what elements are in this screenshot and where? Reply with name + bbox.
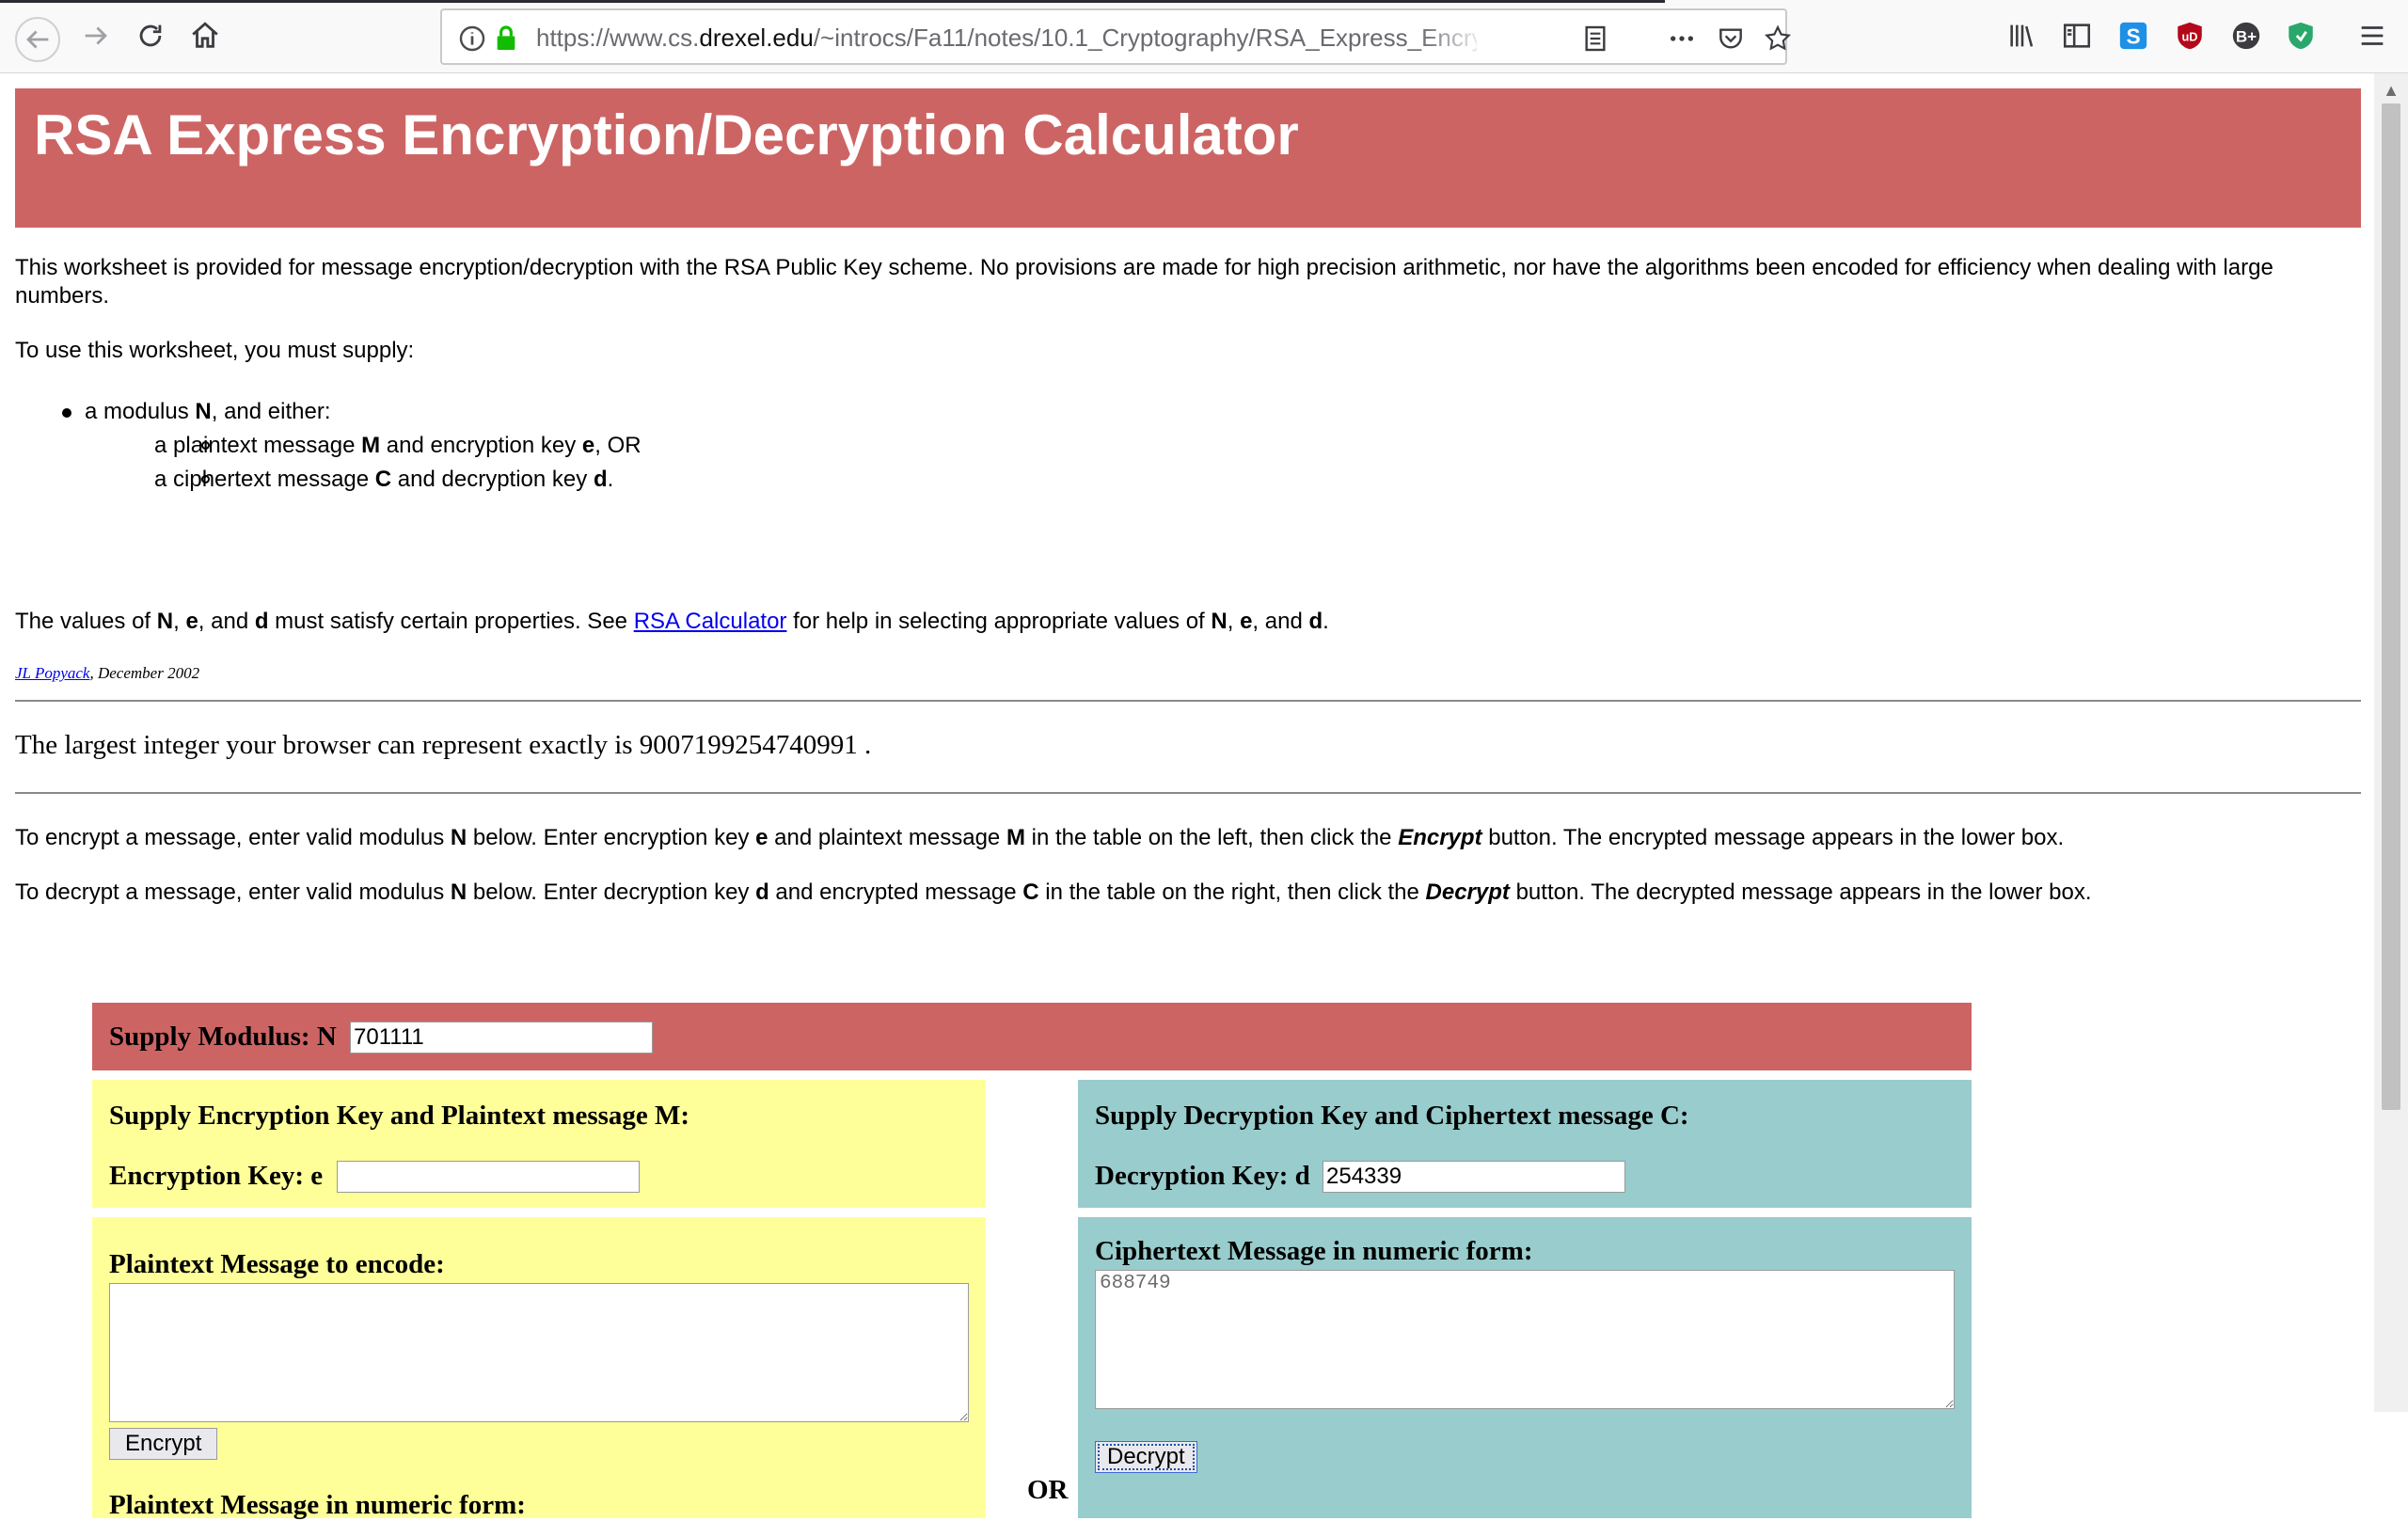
encryption-key-input[interactable] — [337, 1161, 640, 1193]
hamburger-menu-icon[interactable] — [2352, 15, 2393, 56]
bullet-sub2-text: a ciphertext message C and decryption ke… — [154, 467, 614, 492]
decryption-heading: Supply Decryption Key and Ciphertext mes… — [1095, 1101, 1689, 1131]
decryption-key-label: Decryption Key: d — [1095, 1161, 1310, 1191]
list-item: a modulus N, and either: a plaintext mes… — [15, 395, 642, 497]
encryption-heading: Supply Encryption Key and Plaintext mess… — [109, 1101, 690, 1131]
list-item: a ciphertext message C and decryption ke… — [85, 463, 642, 497]
modulus-row: Supply Modulus: N — [92, 1003, 1972, 1070]
reader-view-icon[interactable] — [1576, 20, 1614, 57]
encrypt-instructions: To encrypt a message, enter valid modulu… — [15, 825, 2065, 850]
skype-extension-icon[interactable]: S — [2113, 15, 2154, 56]
modulus-input[interactable] — [350, 1022, 653, 1054]
home-icon[interactable] — [184, 15, 226, 56]
supply-intro: To use this worksheet, you must supply: — [15, 338, 415, 363]
author-date: , December 2002 — [89, 664, 200, 682]
encryption-key-panel: Supply Encryption Key and Plaintext mess… — [92, 1080, 986, 1208]
bplus-extension-icon[interactable]: B+ — [2226, 15, 2267, 56]
props-text-pre: The values of N, e, and d must satisfy c… — [15, 609, 634, 634]
bullet-sub1-text: a plaintext message M and encryption key… — [154, 433, 642, 458]
plaintext-numeric-label: Plaintext Message in numeric form: — [109, 1490, 526, 1520]
plaintext-textarea[interactable] — [109, 1283, 969, 1422]
ciphertext-panel: Ciphertext Message in numeric form: 6887… — [1078, 1217, 1972, 1518]
author-credit: JL Popyack, December 2002 — [15, 664, 199, 683]
encrypt-button[interactable]: Encrypt — [109, 1428, 218, 1460]
divider — [15, 700, 2361, 702]
rsa-calculator-link[interactable]: RSA Calculator — [634, 609, 787, 634]
encryption-key-label: Encryption Key: e — [109, 1161, 324, 1191]
divider — [15, 792, 2361, 794]
url-text[interactable]: https://www.cs.drexel.edu/~introcs/Fa11/… — [536, 24, 1477, 52]
ublock-shield-icon[interactable]: uD — [2169, 15, 2210, 56]
svg-text:B+: B+ — [2236, 27, 2257, 45]
intro-paragraph: This worksheet is provided for message e… — [15, 255, 2273, 309]
properties-paragraph: The values of N, e, and d must satisfy c… — [15, 608, 1329, 636]
plaintext-label: Plaintext Message to encode: — [109, 1249, 445, 1279]
more-actions-icon[interactable] — [1663, 20, 1701, 57]
vertical-scrollbar[interactable]: ▲ — [2374, 73, 2408, 1412]
requirements-list: a modulus N, and either: a plaintext mes… — [15, 395, 642, 497]
address-bar[interactable]: https://www.cs.drexel.edu/~introcs/Fa11/… — [440, 8, 1792, 65]
props-text-post: for help in selecting appropriate values… — [786, 609, 1329, 634]
plaintext-panel: Plaintext Message to encode: Encrypt Pla… — [92, 1217, 986, 1520]
sidebar-icon[interactable] — [2056, 15, 2098, 56]
bullet-main-text: a modulus N, and either: — [85, 399, 331, 424]
page-content: RSA Express Encryption/Decryption Calcul… — [15, 88, 2361, 1520]
modulus-label: Supply Modulus: N — [109, 1022, 337, 1052]
title-banner: RSA Express Encryption/Decryption Calcul… — [15, 88, 2361, 228]
rsa-calculator-form: Supply Modulus: N Supply Encryption Key … — [92, 1003, 1972, 1520]
svg-text:S: S — [2126, 24, 2140, 49]
decryption-key-input[interactable] — [1323, 1161, 1625, 1193]
sub-requirements-list: a plaintext message M and encryption key… — [85, 429, 642, 497]
pocket-icon[interactable] — [1712, 20, 1750, 57]
decrypt-button[interactable]: Decrypt — [1095, 1441, 1197, 1473]
scroll-up-arrow-icon[interactable]: ▲ — [2374, 79, 2408, 102]
largest-integer-text: The largest integer your browser can rep… — [15, 730, 872, 760]
browser-toolbar: https://www.cs.drexel.edu/~introcs/Fa11/… — [0, 0, 2408, 73]
library-icon[interactable] — [2002, 15, 2043, 56]
url-fade — [1420, 18, 1486, 59]
or-separator: OR — [1027, 1475, 1069, 1505]
reload-icon[interactable] — [130, 15, 171, 56]
page-title: RSA Express Encryption/Decryption Calcul… — [34, 103, 1299, 166]
list-item: a plaintext message M and encryption key… — [85, 429, 642, 463]
forward-arrow-icon[interactable] — [75, 15, 117, 56]
author-link[interactable]: JL Popyack — [15, 664, 89, 682]
bookmark-star-icon[interactable] — [1759, 20, 1797, 57]
decrypt-instructions: To decrypt a message, enter valid modulu… — [15, 879, 2092, 905]
active-tab-indicator — [0, 0, 1665, 3]
ciphertext-textarea[interactable]: 688749 — [1095, 1270, 1955, 1409]
lock-icon[interactable] — [487, 20, 525, 57]
info-icon[interactable] — [453, 20, 491, 57]
decryption-key-panel: Supply Decryption Key and Ciphertext mes… — [1078, 1080, 1972, 1208]
ciphertext-label: Ciphertext Message in numeric form: — [1095, 1236, 1533, 1266]
green-shield-extension-icon[interactable] — [2280, 15, 2321, 56]
svg-text:uD: uD — [2182, 30, 2198, 44]
back-arrow-icon[interactable] — [15, 17, 60, 62]
scrollbar-thumb[interactable] — [2382, 103, 2400, 1110]
